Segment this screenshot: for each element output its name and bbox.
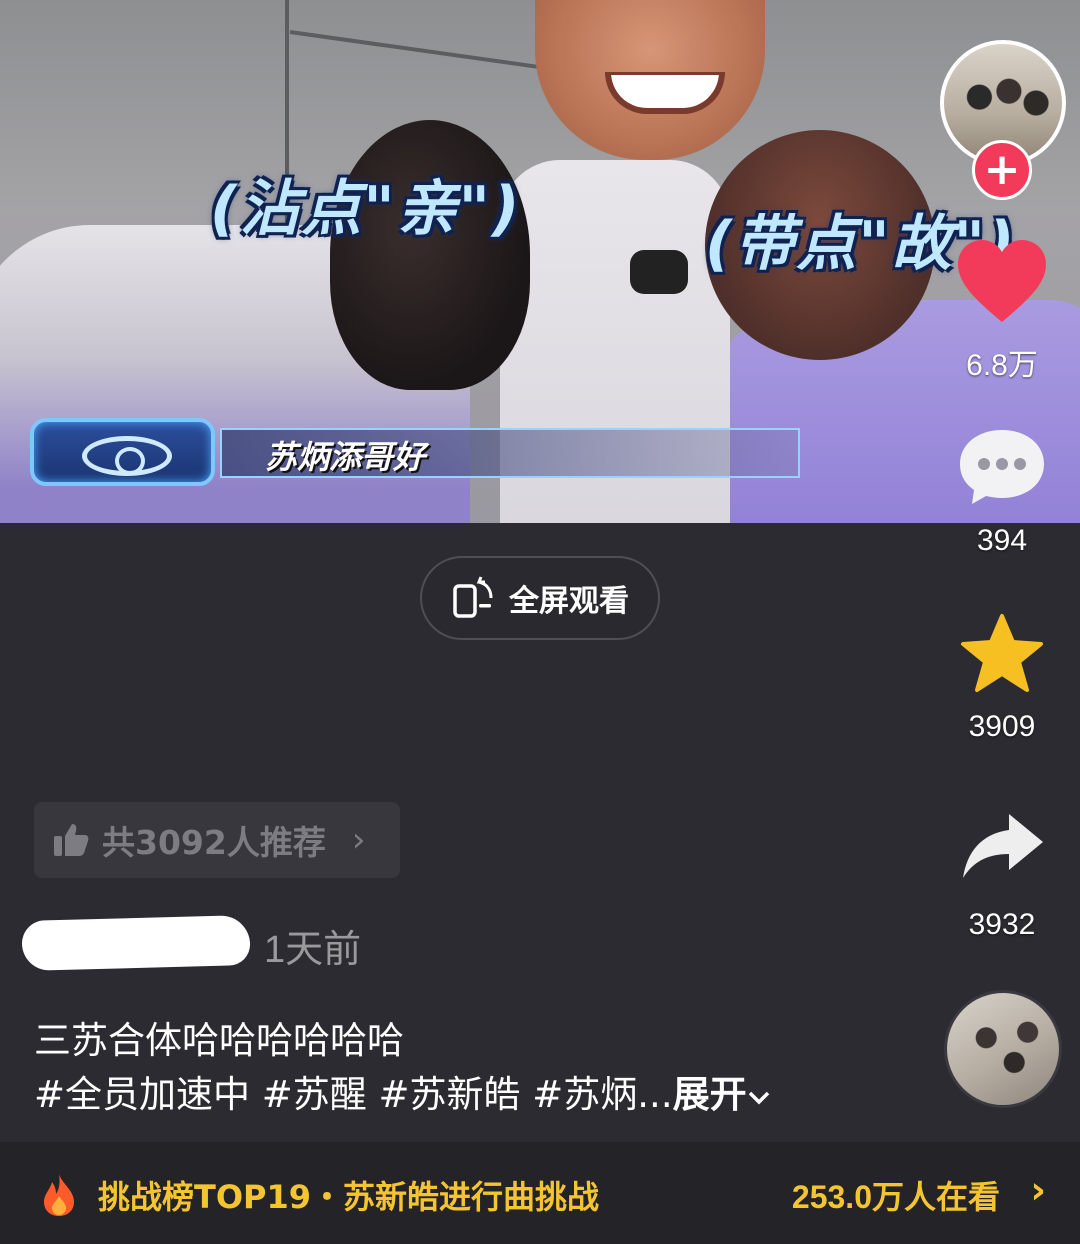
share-count: 3932 bbox=[968, 908, 1036, 941]
eye-icon bbox=[82, 436, 172, 476]
post-hashtags-row: #全员加速中 #苏醒 #苏新皓 #苏炳...展开 bbox=[34, 1064, 771, 1118]
expand-button[interactable]: 展开 bbox=[673, 1073, 771, 1116]
rotate-phone-icon bbox=[453, 576, 493, 618]
like-button[interactable]: 6.8万 bbox=[940, 238, 1064, 384]
comment-bubble-icon bbox=[960, 430, 1044, 504]
comment-button[interactable]: 394 bbox=[940, 426, 1064, 558]
flame-icon bbox=[44, 1174, 74, 1216]
star-icon bbox=[961, 614, 1043, 692]
favorite-button[interactable]: 3909 bbox=[940, 612, 1064, 744]
lower-third: 苏炳添哥好 bbox=[30, 418, 800, 486]
video-player[interactable]: (沾点"亲") (带点"故") 苏炳添哥好 bbox=[0, 0, 1080, 523]
chevron-down-icon bbox=[748, 1091, 769, 1104]
post-hashtags[interactable]: #全员加速中 #苏醒 #苏新皓 #苏炳... bbox=[34, 1073, 673, 1116]
share-button[interactable]: 3932 bbox=[940, 812, 1064, 942]
fullscreen-button[interactable]: 全屏观看 bbox=[420, 556, 660, 640]
thumbs-up-icon bbox=[54, 824, 89, 856]
post-description: 三苏合体哈哈哈哈哈哈 bbox=[34, 1019, 404, 1062]
chevron-right-icon: › bbox=[1030, 1168, 1046, 1212]
lower-third-text: 苏炳添哥好 bbox=[265, 438, 426, 476]
lower-third-badge bbox=[30, 418, 215, 486]
lapel-mic bbox=[630, 250, 688, 294]
wall-seam bbox=[289, 30, 548, 71]
comment-count: 394 bbox=[976, 524, 1028, 557]
post-time: 1天前 bbox=[264, 929, 362, 971]
chevron-right-icon: › bbox=[351, 820, 366, 860]
like-count: 6.8万 bbox=[966, 349, 1038, 382]
follow-button[interactable]: + bbox=[972, 140, 1032, 200]
expand-label: 展开 bbox=[672, 1073, 747, 1116]
recommend-chip[interactable]: 共3092人推荐 › bbox=[34, 802, 400, 878]
author-name-redacted[interactable] bbox=[21, 915, 251, 971]
challenge-bar[interactable]: 挑战榜TOP19・苏新皓进行曲挑战 253.0万人在看 › bbox=[0, 1142, 1080, 1244]
recommend-label: 共3092人推荐 bbox=[102, 823, 326, 862]
music-disc[interactable] bbox=[944, 990, 1062, 1108]
heart-icon bbox=[958, 240, 1046, 322]
fullscreen-label: 全屏观看 bbox=[509, 584, 629, 619]
caption-left: (沾点"亲") bbox=[210, 174, 522, 244]
share-arrow-icon bbox=[963, 814, 1043, 878]
challenge-label: 挑战榜TOP19・苏新皓进行曲挑战 bbox=[98, 1178, 600, 1216]
favorite-count: 3909 bbox=[968, 710, 1036, 743]
viewer-count: 253.0万人在看 bbox=[791, 1179, 1000, 1215]
